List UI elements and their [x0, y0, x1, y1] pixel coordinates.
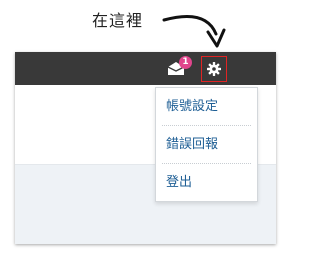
- settings-dropdown-menu: 帳號設定 錯誤回報 登出: [155, 87, 258, 202]
- annotation-text: 在這裡: [92, 11, 144, 30]
- messages-button[interactable]: 1: [167, 56, 192, 79]
- settings-button[interactable]: [201, 56, 227, 82]
- top-navbar: 1: [15, 52, 276, 85]
- gear-icon: [207, 62, 221, 76]
- menu-item-logout[interactable]: 登出: [156, 164, 257, 201]
- menu-item-account-settings[interactable]: 帳號設定: [156, 88, 257, 125]
- menu-item-bug-report[interactable]: 錯誤回報: [156, 126, 257, 163]
- annotation-arrow-icon: [162, 15, 226, 48]
- notification-badge: 1: [179, 56, 192, 69]
